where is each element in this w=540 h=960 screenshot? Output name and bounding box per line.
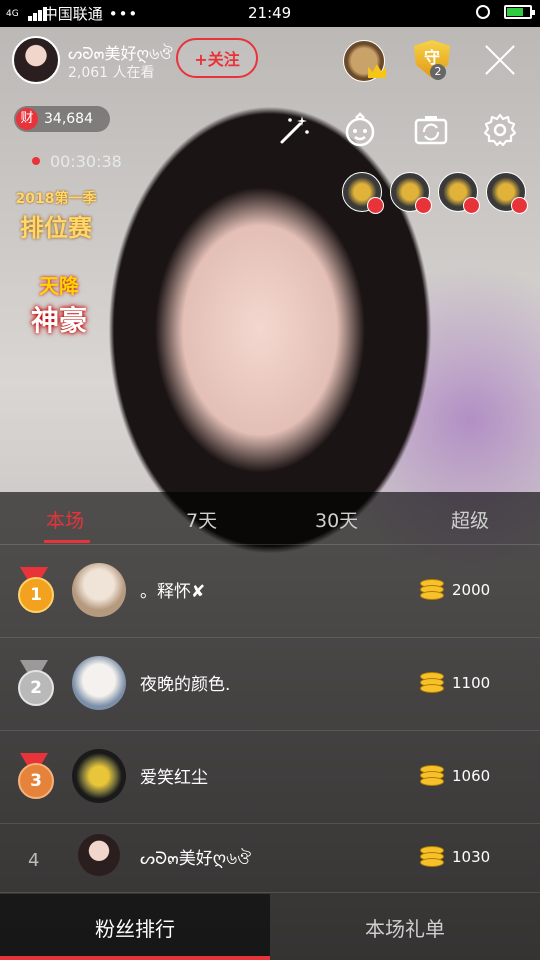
ranking-row[interactable]: 1 。释怀✘ 2000: [0, 545, 540, 638]
tab-fan-ranking[interactable]: 粉丝排行: [0, 894, 270, 960]
viewer-avatar[interactable]: [342, 172, 384, 214]
tab-gift-list[interactable]: 本场礼单: [270, 894, 540, 960]
viewer-avatar[interactable]: [438, 172, 480, 214]
live-stream-screen: 4G 中国联通 ••• 21:49 ᔕᘐ๓美好ღ৬ঔ 2,061 人在看 +关注…: [0, 0, 540, 960]
status-bar: 4G 中国联通 ••• 21:49: [0, 0, 540, 27]
panel-bottom-tabs: 粉丝排行 本场礼单: [0, 894, 540, 960]
user-name: ᔕᘐ๓美好ღ৬ঔ: [140, 849, 252, 869]
host-avatar[interactable]: [12, 36, 60, 84]
beauty-face-icon[interactable]: [340, 110, 380, 150]
user-score: 1030: [452, 848, 491, 866]
ranking-row[interactable]: 2 夜晚的颜色. 1100: [0, 638, 540, 731]
ranking-period-tabs: 本场 7天 30天 超级: [0, 492, 540, 545]
silver-medal-icon: 2: [16, 660, 54, 706]
rich-event-line2: 神豪: [30, 304, 87, 337]
guard-count: 2: [430, 64, 446, 80]
active-tab-indicator: [44, 540, 90, 543]
coin-icon: [420, 765, 446, 791]
signal-icon: [6, 6, 47, 21]
viewer-count: 2,061 人在看: [68, 65, 155, 81]
close-icon[interactable]: [484, 44, 516, 76]
viewer-avatar[interactable]: [390, 172, 432, 214]
user-score: 2000: [452, 581, 491, 599]
season-title: 排位赛: [20, 214, 92, 242]
live-timer: 00:30:38: [32, 152, 122, 171]
season-label: 2018第一季: [15, 191, 97, 207]
user-name: 爱笑红尘: [140, 768, 208, 788]
viewer-avatar-list: [342, 172, 528, 214]
tab-7-days[interactable]: 7天: [186, 506, 217, 533]
rich-event-badge[interactable]: 天降 神豪: [14, 270, 104, 340]
user-score: 1060: [452, 767, 491, 785]
user-score: 1100: [452, 674, 491, 692]
ranking-row[interactable]: 4 ᔕᘐ๓美好ღ৬ঔ 1030: [0, 824, 540, 893]
status-dots: •••: [108, 4, 139, 23]
viewer-avatar[interactable]: [486, 172, 528, 214]
wealth-badge[interactable]: 财 34,684: [14, 106, 110, 132]
clock: 21:49: [248, 4, 292, 22]
user-avatar[interactable]: [72, 656, 126, 710]
user-name: 夜晚的颜色.: [140, 675, 231, 695]
coin-icon: [420, 672, 446, 698]
ranking-row[interactable]: 3 爱笑红尘 1060: [0, 731, 540, 824]
tab-this-session[interactable]: 本场: [46, 506, 84, 533]
rich-event-line1: 天降: [39, 274, 79, 298]
magic-wand-icon[interactable]: [274, 110, 314, 150]
live-timer-value: 00:30:38: [50, 152, 122, 171]
user-avatar[interactable]: [78, 834, 120, 876]
fan-ranking-panel: 本场 7天 30天 超级 1 。释怀✘ 2000 2 夜晚的颜色. 1100 3…: [0, 492, 540, 960]
settings-icon[interactable]: [480, 110, 520, 150]
user-avatar[interactable]: [72, 749, 126, 803]
carrier-name: 中国联通: [42, 5, 103, 23]
user-name: 。释怀✘: [140, 582, 206, 602]
user-avatar[interactable]: [72, 563, 126, 617]
coin-icon: [420, 846, 446, 872]
bronze-medal-icon: 3: [16, 753, 54, 799]
wealth-icon: 财: [16, 108, 38, 130]
alarm-icon: [476, 5, 490, 19]
ranking-season-badge[interactable]: 2018第一季 排位赛: [14, 188, 98, 254]
tab-super[interactable]: 超级: [451, 506, 489, 533]
tab-30-days[interactable]: 30天: [315, 506, 358, 533]
wealth-value: 34,684: [44, 111, 93, 127]
coin-icon: [420, 579, 446, 605]
battery-icon: [504, 5, 535, 19]
rank-number: 4: [28, 850, 40, 871]
switch-camera-icon[interactable]: [411, 110, 451, 150]
gold-medal-icon: 1: [16, 567, 54, 613]
follow-button[interactable]: +关注: [176, 38, 258, 78]
